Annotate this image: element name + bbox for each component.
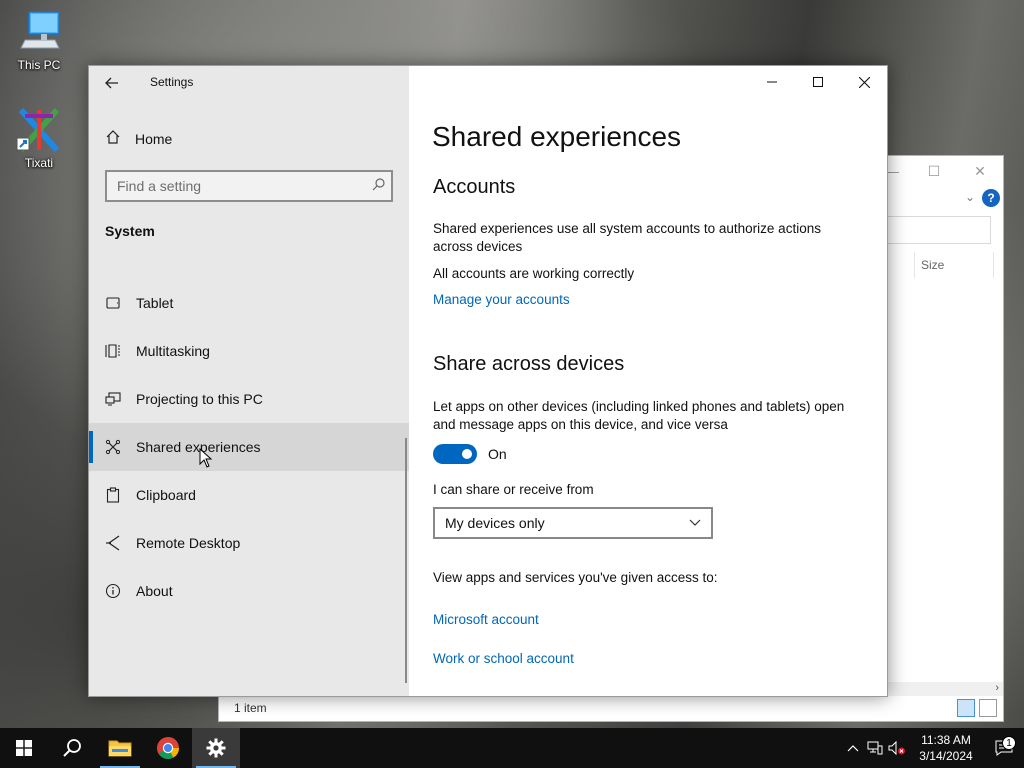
clock-time: 11:38 AM	[921, 733, 971, 747]
accounts-heading: Accounts	[433, 176, 516, 198]
maximize-icon	[813, 77, 823, 87]
nav-item-clipboard[interactable]: Clipboard	[89, 471, 409, 519]
access-label: View apps and services you've given acce…	[433, 570, 718, 585]
explorer-column-size[interactable]: Size	[914, 252, 994, 278]
nav-item-label: Remote Desktop	[136, 535, 241, 551]
chevron-up-icon	[847, 745, 859, 752]
network-icon[interactable]	[864, 741, 886, 755]
details-view-icon[interactable]	[957, 699, 975, 717]
home-icon	[105, 129, 135, 150]
nav-item-label: Multitasking	[136, 343, 210, 359]
nav-item-tablet[interactable]: Tablet	[89, 279, 409, 327]
folder-icon	[108, 740, 132, 757]
tablet-icon	[105, 295, 136, 311]
system-tray: 11:38 AM 3/14/2024 1	[842, 728, 1024, 768]
chevron-down-icon	[689, 516, 701, 530]
window-title: Settings	[150, 75, 194, 89]
nav-item-label: Tablet	[136, 295, 174, 311]
share-across-devices-heading: Share across devices	[433, 353, 625, 375]
nav-item-remote-desktop[interactable]: Remote Desktop	[89, 519, 409, 567]
projecting-icon	[105, 391, 136, 407]
share-from-label: I can share or receive from	[433, 482, 594, 497]
mouse-cursor-icon	[199, 447, 213, 473]
taskbar: 11:38 AM 3/14/2024 1	[0, 728, 1024, 768]
volume-muted-icon[interactable]	[886, 741, 908, 755]
nav-home[interactable]: Home	[89, 122, 409, 156]
clipboard-icon	[105, 487, 136, 503]
search-input[interactable]	[107, 178, 365, 194]
desktop-icon-label: This PC	[17, 58, 61, 72]
taskbar-search-button[interactable]	[48, 728, 96, 768]
nav-scrollbar[interactable]	[405, 438, 407, 683]
accounts-status: All accounts are working correctly	[433, 266, 635, 281]
nav-home-label: Home	[135, 131, 173, 147]
nav-item-shared-experiences[interactable]: Shared experiences	[89, 423, 409, 471]
settings-nav-pane: Settings Home System Tablet	[89, 66, 409, 696]
search-icon[interactable]	[365, 178, 391, 194]
taskbar-settings[interactable]	[192, 728, 240, 768]
work-school-account-link[interactable]: Work or school account	[433, 651, 574, 666]
explorer-close-button[interactable]: ✕	[957, 156, 1003, 186]
settings-search[interactable]	[105, 170, 393, 202]
explorer-maximize-button[interactable]: ☐	[911, 156, 957, 186]
settings-content-pane: Shared experiences Accounts Shared exper…	[409, 66, 887, 696]
desktop-icon-tixati[interactable]: Tixati	[4, 106, 74, 170]
explorer-item-count: 1 item	[234, 701, 267, 715]
settings-nav-list: Tablet Multitasking Projecting to this P…	[89, 279, 409, 615]
share-description: Let apps on other devices (including lin…	[433, 399, 845, 432]
close-icon	[858, 76, 870, 88]
minimize-button[interactable]	[749, 66, 795, 98]
close-button[interactable]	[841, 66, 887, 98]
back-button[interactable]	[99, 70, 125, 96]
taskbar-file-explorer[interactable]	[96, 728, 144, 768]
window-controls	[749, 66, 887, 98]
clock[interactable]: 11:38 AM 3/14/2024	[908, 732, 984, 764]
remote-desktop-icon	[105, 535, 136, 551]
action-center-button[interactable]: 1	[984, 736, 1024, 756]
dropdown-selected-value: My devices only	[445, 515, 545, 531]
taskbar-chrome[interactable]	[144, 728, 192, 768]
accounts-description: Shared experiences use all system accoun…	[433, 221, 821, 254]
windows-logo-icon	[16, 740, 32, 756]
tixati-icon	[15, 106, 63, 154]
nav-item-projecting[interactable]: Projecting to this PC	[89, 375, 409, 423]
chevron-right-icon[interactable]: ›	[995, 682, 999, 694]
nav-item-about[interactable]: About	[89, 567, 409, 615]
nav-item-label: Projecting to this PC	[136, 391, 263, 407]
minimize-icon	[767, 81, 777, 83]
show-hidden-icons-button[interactable]	[842, 744, 864, 752]
explorer-status-bar: 1 item	[219, 695, 1003, 721]
multitasking-icon	[105, 343, 136, 359]
desktop-icon-label: Tixati	[24, 156, 54, 170]
settings-window[interactable]: Settings Home System Tablet	[88, 65, 888, 697]
share-across-devices-toggle[interactable]	[433, 444, 477, 464]
search-icon	[63, 739, 81, 757]
explorer-horizontal-scrollbar[interactable]: ›	[887, 682, 1003, 696]
share-from-dropdown[interactable]: My devices only	[433, 507, 713, 539]
maximize-button[interactable]	[795, 66, 841, 98]
page-title: Shared experiences	[432, 121, 682, 152]
clock-date: 3/14/2024	[919, 749, 973, 763]
manage-accounts-link[interactable]: Manage your accounts	[433, 292, 570, 307]
chrome-icon	[157, 737, 179, 759]
nav-item-label: Clipboard	[136, 487, 196, 503]
info-icon	[105, 583, 136, 599]
settings-titlebar[interactable]: Settings	[89, 66, 409, 98]
arrow-left-icon	[105, 77, 118, 89]
toggle-state-label: On	[488, 446, 507, 462]
nav-item-label: About	[136, 583, 173, 599]
help-icon[interactable]: ?	[982, 189, 1000, 207]
large-icons-view-icon[interactable]	[979, 699, 997, 717]
microsoft-account-link[interactable]: Microsoft account	[433, 612, 539, 627]
computer-icon	[15, 8, 63, 56]
start-button[interactable]	[0, 728, 48, 768]
gear-icon	[206, 738, 226, 758]
nav-item-multitasking[interactable]: Multitasking	[89, 327, 409, 375]
chevron-down-icon[interactable]: ⌄	[965, 190, 975, 204]
nav-section-title: System	[105, 223, 155, 239]
shared-experiences-icon	[105, 439, 136, 455]
notification-count-badge: 1	[1002, 736, 1016, 750]
desktop-icon-this-pc[interactable]: This PC	[4, 8, 74, 72]
